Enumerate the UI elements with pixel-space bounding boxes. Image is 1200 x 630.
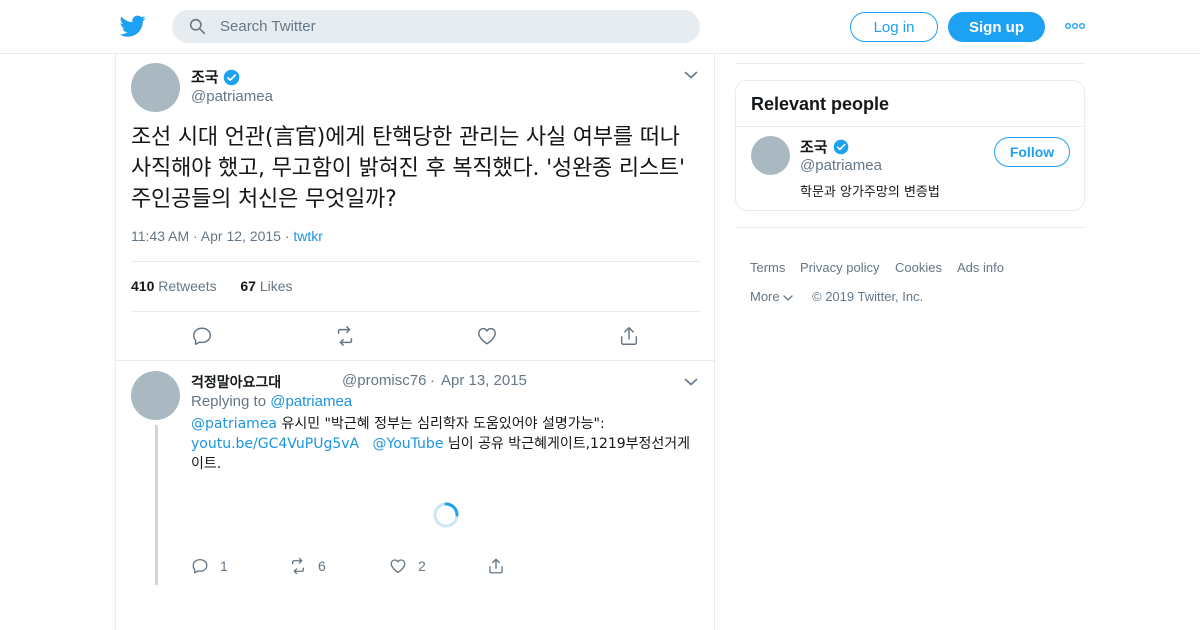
person-bio: 학문과 앙가주망의 변증법 bbox=[800, 185, 940, 200]
avatar[interactable] bbox=[751, 136, 790, 175]
footer-ads-link[interactable]: Ads info bbox=[957, 260, 1004, 275]
divider bbox=[131, 311, 701, 312]
avatar[interactable] bbox=[131, 371, 180, 420]
reply-icon[interactable] bbox=[191, 325, 213, 347]
login-button[interactable]: Log in bbox=[850, 12, 938, 42]
chevron-down-icon[interactable] bbox=[684, 70, 698, 80]
reply-action-retweet[interactable]: 6 bbox=[289, 557, 326, 575]
footer-more-link[interactable]: More bbox=[750, 289, 793, 304]
reply-action-reply[interactable]: 1 bbox=[191, 557, 228, 575]
search-input[interactable] bbox=[220, 10, 680, 43]
divider bbox=[736, 126, 1084, 127]
divider bbox=[116, 360, 714, 361]
retweet-icon[interactable] bbox=[334, 325, 356, 347]
retweets-label: Retweets bbox=[158, 278, 217, 294]
divider bbox=[735, 227, 1085, 228]
top-navigation-bar: Log in Sign up bbox=[0, 0, 1200, 54]
replying-to-link[interactable]: @patriamea bbox=[270, 393, 352, 410]
reply-text: @patriamea 유시민 "박근혜 정부는 심리학자 도움있어야 설명가능"… bbox=[191, 414, 701, 474]
divider bbox=[131, 261, 701, 262]
tweet-time[interactable]: 11:43 AM bbox=[131, 228, 189, 244]
footer-copyright: © 2019 Twitter, Inc. bbox=[812, 289, 924, 304]
chevron-down-icon bbox=[783, 295, 793, 301]
tweet-stats: 410 Retweets 67 Likes bbox=[131, 278, 293, 294]
like-icon[interactable] bbox=[476, 325, 498, 347]
follow-button[interactable]: Follow bbox=[994, 137, 1070, 167]
reply-text-part: 유시민 "박근혜 정부는 심리학자 도움있어야 설명가능": bbox=[277, 416, 605, 432]
retweets-count: 410 bbox=[131, 278, 155, 294]
reply-date[interactable]: Apr 13, 2015 bbox=[441, 372, 527, 389]
search-icon bbox=[189, 18, 206, 35]
person-handle[interactable]: @patriamea bbox=[800, 157, 882, 174]
like-count: 2 bbox=[418, 558, 426, 574]
tweet-source-link[interactable]: twtkr bbox=[293, 228, 323, 244]
footer-cookies-link[interactable]: Cookies bbox=[895, 260, 942, 275]
person-name[interactable]: 조국 bbox=[800, 136, 828, 157]
reply-author-name[interactable]: 걱정말아요그대 bbox=[191, 372, 281, 392]
reply-action-share[interactable] bbox=[487, 557, 516, 575]
tweet-date[interactable]: Apr 12, 2015 bbox=[201, 228, 281, 244]
likes-label: Likes bbox=[259, 278, 293, 294]
reply-count: 1 bbox=[220, 558, 228, 574]
verified-badge-icon bbox=[833, 139, 849, 155]
meta-separator: · bbox=[430, 372, 435, 389]
meta-separator: · bbox=[193, 228, 201, 244]
chevron-down-icon[interactable] bbox=[684, 377, 698, 387]
replying-prefix: Replying to bbox=[191, 393, 267, 410]
reply-icon bbox=[192, 558, 208, 574]
avatar[interactable] bbox=[131, 63, 180, 112]
likes-count: 67 bbox=[240, 278, 256, 294]
retweet-icon bbox=[292, 557, 304, 575]
author-name[interactable]: 조국 bbox=[191, 66, 219, 87]
loading-spinner-icon bbox=[433, 502, 459, 528]
relevant-people-title: Relevant people bbox=[751, 94, 890, 114]
divider bbox=[735, 63, 1085, 64]
mention-link[interactable]: @patriamea bbox=[191, 416, 277, 432]
thread-connector-line bbox=[155, 425, 158, 585]
footer-terms-link[interactable]: Terms bbox=[750, 260, 785, 275]
signup-button[interactable]: Sign up bbox=[948, 12, 1045, 42]
mention-link[interactable]: @YouTube bbox=[373, 436, 444, 452]
replying-to: Replying to @patriamea bbox=[191, 393, 352, 410]
footer-more-label: More bbox=[750, 289, 780, 304]
search-bar[interactable] bbox=[172, 10, 700, 43]
tweet-timestamp: 11:43 AM · Apr 12, 2015 · twtkr bbox=[131, 228, 323, 244]
likes-stat[interactable]: 67 Likes bbox=[240, 278, 292, 294]
share-icon bbox=[489, 558, 503, 574]
more-dots-icon[interactable] bbox=[1065, 22, 1085, 30]
share-icon[interactable] bbox=[618, 325, 640, 347]
retweet-count: 6 bbox=[318, 558, 326, 574]
reply-author-handle[interactable]: @promisc76 bbox=[342, 372, 426, 389]
author-handle[interactable]: @patriamea bbox=[191, 88, 273, 105]
reply-action-like[interactable]: 2 bbox=[389, 557, 426, 575]
twitter-bird-icon[interactable] bbox=[120, 13, 146, 39]
tweet-detail-column: 조국 @patriamea 조선 시대 언관(言官)에게 탄핵당한 관리는 사실… bbox=[115, 54, 715, 630]
relevant-people-card: Relevant people 조국 @patriamea Follow 학문과… bbox=[735, 80, 1085, 211]
tweet-text: 조선 시대 언관(言官)에게 탄핵당한 관리는 사실 여부를 떠나 사직해야 했… bbox=[131, 125, 685, 212]
footer-privacy-link[interactable]: Privacy policy bbox=[800, 260, 879, 275]
retweets-stat[interactable]: 410 Retweets bbox=[131, 278, 217, 294]
verified-badge-icon bbox=[223, 69, 240, 86]
url-link[interactable]: youtu.be/GC4VuPUg5vA bbox=[191, 436, 359, 452]
like-icon bbox=[390, 559, 406, 574]
